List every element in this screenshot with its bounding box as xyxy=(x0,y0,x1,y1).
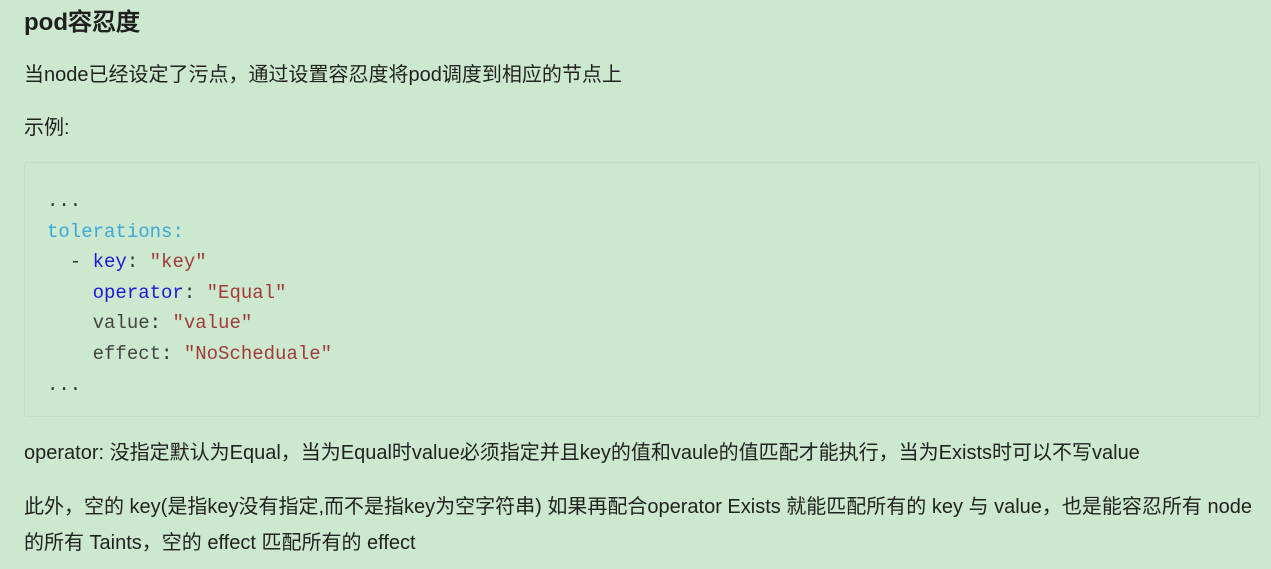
code-key-key: key xyxy=(92,251,127,274)
code-operator-key: operator xyxy=(92,281,184,304)
extra-note: 此外，空的 key(是指key没有指定,而不是指key为空字符串) 如果再配合o… xyxy=(24,496,1252,554)
article: pod容忍度 当node已经设定了污点，通过设置容忍度将pod调度到相应的节点上… xyxy=(0,0,1271,569)
code-ellipsis: ... xyxy=(47,190,82,212)
code-tolerations-key: tolerations: xyxy=(47,220,184,243)
code-line-5: value: "value" xyxy=(47,308,1259,339)
code-ellipsis: ... xyxy=(47,373,82,396)
code-value-key: value xyxy=(92,312,150,335)
code-line-3: - key: "key" xyxy=(47,247,1259,278)
code-line-6: effect: "NoScheduale" xyxy=(47,339,1259,370)
code-colon: : xyxy=(183,281,207,304)
code-line-2: tolerations: xyxy=(47,217,1259,248)
code-colon: : xyxy=(149,312,173,335)
code-effect-value: "NoScheduale" xyxy=(183,342,333,365)
code-effect-key: effect xyxy=(92,342,162,365)
code-colon: : xyxy=(126,251,150,274)
code-line-4: operator: "Equal" xyxy=(47,278,1259,309)
code-operator-value: "Equal" xyxy=(206,281,287,304)
code-line-7: ... xyxy=(47,370,1259,401)
page-title: pod容忍度 xyxy=(24,9,140,36)
code-list-dash: - xyxy=(47,251,93,274)
code-key-value: "key" xyxy=(149,251,207,274)
code-block[interactable]: ... tolerations: - key: "key" operator: … xyxy=(24,162,1260,417)
operator-note: operator: 没指定默认为Equal，当为Equal时value必须指定并… xyxy=(24,442,1140,464)
intro-paragraph: 当node已经设定了污点，通过设置容忍度将pod调度到相应的节点上 xyxy=(24,64,622,86)
code-line-1: ... xyxy=(47,186,1259,217)
code-value-value: "value" xyxy=(172,312,253,335)
example-label: 示例: xyxy=(24,117,70,139)
code-colon: : xyxy=(161,342,184,365)
